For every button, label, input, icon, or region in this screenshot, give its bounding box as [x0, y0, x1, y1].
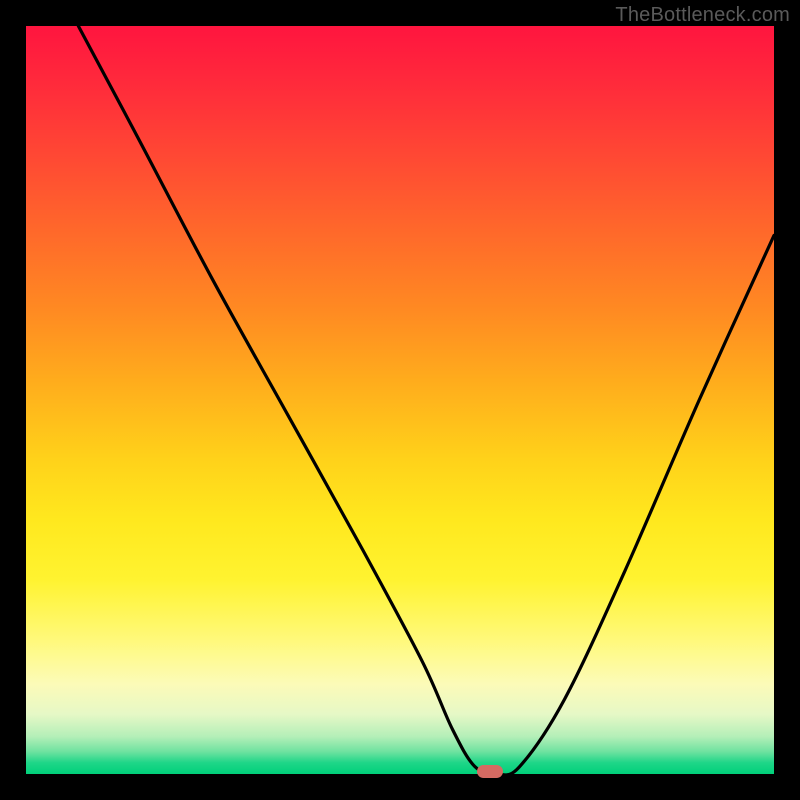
optimal-marker — [477, 765, 503, 778]
chart-container: TheBottleneck.com — [0, 0, 800, 800]
bottleneck-curve — [26, 26, 774, 774]
watermark-text: TheBottleneck.com — [615, 4, 790, 27]
plot-area — [26, 26, 774, 774]
